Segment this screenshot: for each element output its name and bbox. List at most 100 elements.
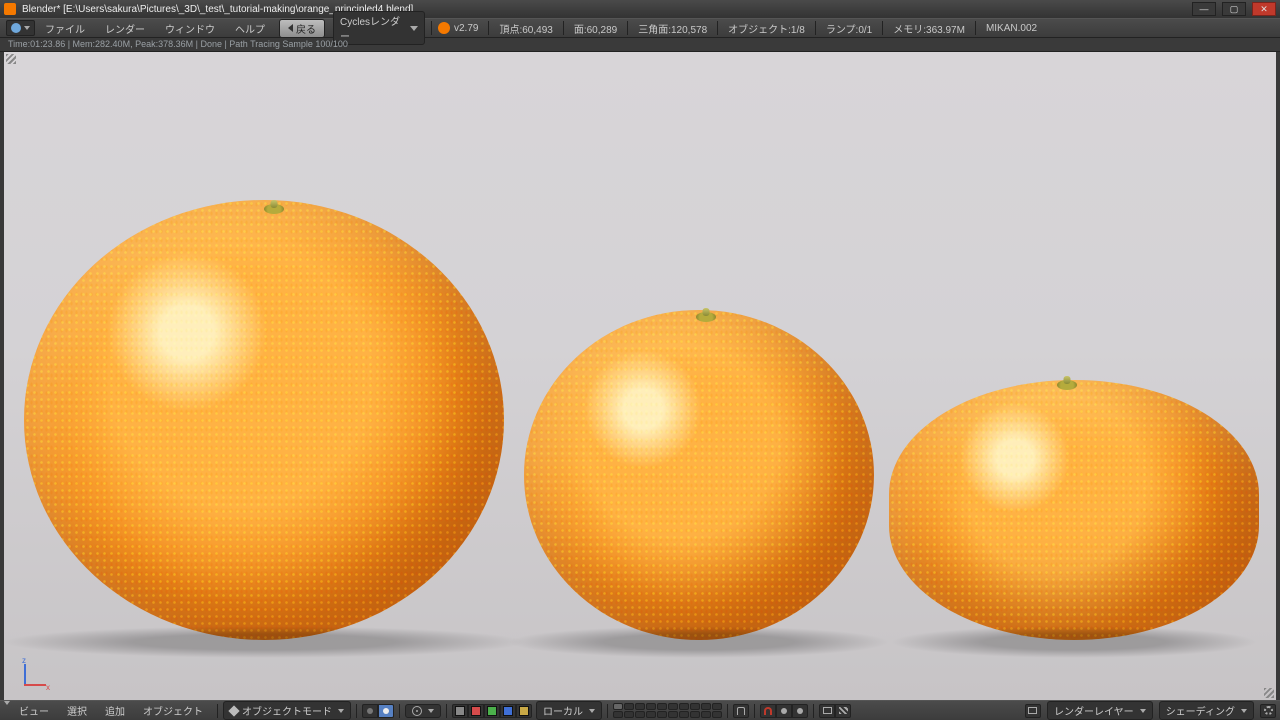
layer-5[interactable]: [657, 703, 667, 710]
axis-z-label: z: [22, 656, 26, 665]
area-corner-drag-tl[interactable]: [6, 54, 16, 64]
minimize-button[interactable]: —: [1192, 2, 1216, 16]
layer-10[interactable]: [712, 703, 722, 710]
layer-9[interactable]: [701, 703, 711, 710]
lock-camera-button[interactable]: [733, 704, 749, 718]
gear-icon: [1264, 706, 1273, 715]
layer-14[interactable]: [646, 711, 656, 718]
chevron-down-icon: [428, 709, 434, 713]
titlebar: Blender* [E:\Users\sakura\Pictures\_3D\_…: [0, 0, 1280, 18]
render-preview-group: [819, 704, 851, 718]
layer-6[interactable]: [668, 703, 678, 710]
menu-file[interactable]: ファイル: [35, 21, 95, 36]
chevron-down-icon: [1140, 709, 1146, 713]
3d-viewport[interactable]: z x: [0, 52, 1280, 700]
info-header: ファイル レンダー ウィンドウ ヘルプ 戻る Cyclesレンダー v2.79 …: [0, 18, 1280, 38]
pivot-icon: [412, 706, 422, 716]
chevron-down-icon: [338, 709, 344, 713]
viewport-shading-label: シェーディング: [1166, 703, 1235, 718]
menu-select[interactable]: 選択: [58, 703, 96, 718]
manip-translate[interactable]: [468, 704, 484, 718]
lock-icon: [737, 707, 745, 715]
render-border-button[interactable]: [1025, 704, 1041, 718]
menu-help[interactable]: ヘルプ: [225, 21, 275, 36]
magnet-icon: [764, 707, 772, 715]
3dview-header: ビュー 選択 追加 オブジェクト オブジェクトモード ローカル: [0, 700, 1280, 720]
render-layer-select[interactable]: レンダーレイヤー: [1047, 701, 1153, 720]
layer-7[interactable]: [679, 703, 689, 710]
close-button[interactable]: ✕: [1252, 2, 1276, 16]
clapper-icon: [839, 707, 848, 714]
gear-button[interactable]: [1260, 704, 1276, 718]
layer-20[interactable]: [712, 711, 722, 718]
snap-group: [760, 704, 808, 718]
object-mode-icon: [228, 705, 239, 716]
viewport-shading-select[interactable]: シェーディング: [1159, 701, 1254, 720]
layer-grid: [613, 703, 722, 718]
pivot-select[interactable]: [405, 704, 441, 718]
layer-17[interactable]: [679, 711, 689, 718]
mode-select[interactable]: オブジェクトモード: [223, 701, 351, 720]
layer-4[interactable]: [646, 703, 656, 710]
layer-19[interactable]: [701, 711, 711, 718]
render-status: Time:01:23.86 | Mem:282.40M, Peak:378.36…: [0, 38, 1280, 52]
menu-render[interactable]: レンダー: [95, 21, 155, 36]
manipulator-group: [452, 704, 532, 718]
layer-3[interactable]: [635, 703, 645, 710]
orientation-label: ローカル: [543, 703, 583, 718]
layer-16[interactable]: [668, 711, 678, 718]
shade-wire[interactable]: [362, 704, 378, 718]
orientation-select[interactable]: ローカル: [536, 701, 602, 720]
axis-x-label: x: [46, 683, 50, 692]
stat-objects: オブジェクト:1/8: [724, 21, 809, 36]
camera-icon: [1028, 707, 1037, 714]
snap-toggle[interactable]: [760, 704, 776, 718]
menu-object[interactable]: オブジェクト: [134, 703, 212, 718]
editor-type-selector[interactable]: [6, 20, 35, 36]
layer-18[interactable]: [690, 711, 700, 718]
manip-toggle[interactable]: [452, 704, 468, 718]
axis-gizmo: z x: [22, 660, 52, 690]
snap-target[interactable]: [792, 704, 808, 718]
stat-faces: 面:60,289: [570, 21, 621, 36]
layer-15[interactable]: [657, 711, 667, 718]
maximize-button[interactable]: ▢: [1222, 2, 1246, 16]
render-layer-label: レンダーレイヤー: [1054, 703, 1134, 718]
layer-2[interactable]: [624, 703, 634, 710]
image-icon: [823, 707, 832, 714]
menu-add[interactable]: 追加: [96, 703, 134, 718]
mode-label: オブジェクトモード: [242, 703, 332, 718]
stat-tris: 三角面:120,578: [634, 21, 711, 36]
layer-8[interactable]: [690, 703, 700, 710]
back-arrow-icon: [288, 24, 293, 32]
engine-label: Cyclesレンダー: [340, 13, 406, 43]
manip-scale[interactable]: [500, 704, 516, 718]
menu-window[interactable]: ウィンドウ: [155, 21, 225, 36]
area-corner-drag-br[interactable]: [1264, 688, 1274, 698]
shade-solid[interactable]: [378, 704, 394, 718]
opengl-render[interactable]: [819, 704, 835, 718]
stat-active: MIKAN.002: [982, 23, 1041, 34]
menu-view[interactable]: ビュー: [10, 703, 58, 718]
manip-rotate[interactable]: [484, 704, 500, 718]
render-object-orange-small: [889, 380, 1259, 640]
layer-13[interactable]: [635, 711, 645, 718]
render-object-orange-medium: [524, 310, 874, 640]
back-label: 戻る: [296, 21, 316, 36]
stat-verts: 頂点:60,493: [495, 21, 556, 36]
back-button[interactable]: 戻る: [279, 19, 325, 38]
shading-mode-group: [362, 704, 394, 718]
blender-logo-icon: [438, 22, 450, 34]
info-icon: [11, 23, 21, 33]
stat-mem: メモリ:363.97M: [889, 21, 969, 36]
opengl-render-anim[interactable]: [835, 704, 851, 718]
blender-icon: [4, 3, 16, 15]
manip-all[interactable]: [516, 704, 532, 718]
layer-12[interactable]: [624, 711, 634, 718]
chevron-down-icon: [410, 26, 418, 31]
snap-element[interactable]: [776, 704, 792, 718]
version-label: v2.79: [450, 23, 482, 34]
layer-1[interactable]: [613, 703, 623, 710]
render-object-orange-large: [24, 200, 504, 640]
layer-11[interactable]: [613, 711, 623, 718]
